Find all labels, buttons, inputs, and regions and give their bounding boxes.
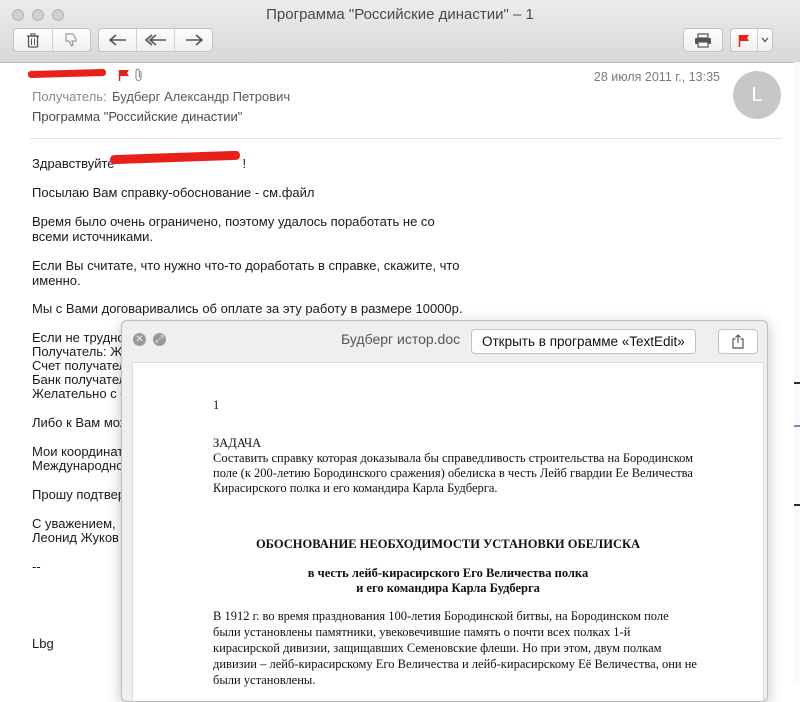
delete-button[interactable]	[14, 29, 53, 51]
share-icon	[732, 334, 744, 349]
doc-task-line-1: Составить справку которая доказывала бы …	[213, 451, 694, 465]
greeting-text: Здравствуйте	[32, 156, 115, 171]
doc-paragraph-line-4: дивизии – лейб-кирасирскому Его Величест…	[213, 657, 697, 671]
signature-line-2: Леонид Жуков	[32, 530, 119, 545]
red-flag-icon	[738, 34, 750, 47]
quicklook-close-button[interactable]: ✕	[133, 333, 146, 346]
thumbs-down-icon	[65, 33, 77, 47]
flag-button[interactable]	[731, 29, 759, 51]
document-page: 1 ЗАДАЧА Составить справку которая доказ…	[132, 362, 764, 701]
forward-button[interactable]	[175, 29, 212, 51]
body-paragraph-2-line-1: Время было очень ограничено, поэтому уда…	[32, 214, 435, 229]
recipient-label: Получатель:	[32, 89, 107, 104]
background-window-edge	[794, 62, 800, 683]
close-icon: ✕	[135, 334, 144, 345]
footer-text: Lbg	[32, 636, 54, 651]
delete-junk-group	[13, 28, 91, 52]
forward-arrow-icon	[185, 34, 203, 46]
doc-paragraph-line-5: были установлены.	[213, 673, 316, 687]
avatar-initial: L	[751, 83, 763, 106]
body-paragraph-5-line-2: Получатель: Жу	[32, 344, 129, 359]
share-button[interactable]	[718, 329, 758, 354]
quicklook-panel: ✕ ⤢ Будберг истор.doc Открыть в программ…	[121, 320, 768, 702]
reply-forward-group	[98, 28, 213, 52]
signature-line-1: С уважением,	[32, 516, 116, 531]
mail-window-titlebar: Программа "Российские династии" – 1	[0, 0, 800, 63]
doc-subheading-line-1: в честь лейб-кирасирского Его Величества…	[307, 566, 589, 580]
printer-icon	[695, 32, 711, 48]
doc-task-line-3: Кирасирского полка и его командира Карла…	[213, 481, 498, 495]
doc-paragraph-line-1: В 1912 г. во время празднования 100-лети…	[213, 609, 669, 623]
body-paragraph-5-line-3: Счет получател	[32, 358, 127, 373]
signature-separator: --	[32, 559, 41, 574]
sender-redaction-mark	[27, 68, 107, 79]
flag-menu-button[interactable]	[758, 29, 772, 51]
flag-group	[730, 28, 773, 52]
body-paragraph-7-line-1: Мои координат	[32, 444, 124, 459]
quicklook-title: Будберг истор.doc	[341, 331, 461, 347]
body-paragraph-3-line-2: именно.	[32, 273, 81, 288]
edge-mark	[794, 425, 800, 427]
body-paragraph-8: Прошу подтвер	[32, 487, 126, 502]
reply-arrow-icon	[108, 34, 126, 46]
quicklook-fullscreen-button[interactable]: ⤢	[153, 333, 166, 346]
reply-all-button[interactable]	[137, 29, 175, 51]
body-paragraph-5-line-5: Желательно с о	[32, 386, 128, 401]
flag-icon	[118, 70, 129, 81]
doc-page-number: 1	[213, 398, 220, 412]
doc-task-heading: ЗАДАЧА	[213, 436, 262, 450]
chevron-down-icon	[761, 37, 769, 43]
message-subject: Программа "Российские династии"	[32, 109, 243, 124]
recipient-name[interactable]: Будберг Александр Петрович	[112, 89, 290, 104]
body-paragraph-5-line-4: Банк получател	[32, 372, 127, 387]
doc-paragraph-line-3: кирасирской дивизии, защищавших Семеновс…	[213, 641, 662, 655]
header-divider	[30, 138, 782, 139]
body-paragraph-5-line-1: Если не трудно	[32, 330, 125, 345]
body-paragraph-2-line-2: всеми источниками.	[32, 229, 154, 244]
print-group	[683, 28, 723, 52]
doc-main-heading: ОБОСНОВАНИЕ НЕОБХОДИМОСТИ УСТАНОВКИ ОБЕЛ…	[255, 537, 641, 551]
greeting-end: !	[242, 156, 247, 171]
avatar: L	[733, 71, 781, 119]
body-paragraph-4: Мы с Вами договаривались об оплате за эт…	[32, 301, 463, 316]
open-in-textedit-button[interactable]: Открыть в программе «TextEdit»	[471, 329, 696, 354]
message-date: 28 июля 2011 г., 13:35	[593, 70, 720, 84]
reply-button[interactable]	[99, 29, 137, 51]
junk-button[interactable]	[53, 29, 91, 51]
fullscreen-icon: ⤢	[155, 334, 164, 345]
trash-icon	[26, 32, 39, 48]
edge-mark	[794, 504, 800, 506]
body-paragraph-1: Посылаю Вам справку-обоснование - см.фай…	[32, 185, 315, 200]
body-paragraph-6: Либо к Вам мож	[32, 415, 129, 430]
reply-all-arrow-icon	[144, 34, 166, 46]
paperclip-icon	[135, 68, 142, 82]
doc-subheading-line-2: и его командира Карла Будберга	[356, 581, 540, 595]
body-paragraph-3-line-1: Если Вы считате, что нужно что-то дорабо…	[32, 258, 460, 273]
body-paragraph-7-line-2: Международно	[32, 458, 124, 473]
doc-paragraph-line-2: были установлены памятники, увековечивши…	[213, 625, 631, 639]
window-title: Программа "Российские династии" – 1	[266, 6, 534, 23]
print-button[interactable]	[684, 29, 722, 51]
doc-task-line-2: поле (к 200-летию Бородинского сражения)…	[213, 466, 693, 480]
edge-mark	[794, 382, 800, 384]
